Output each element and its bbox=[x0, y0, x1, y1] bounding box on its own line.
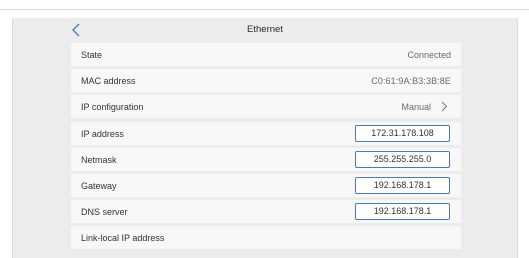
dns-server-field[interactable]: 192.168.178.1 bbox=[355, 203, 450, 221]
gateway-field[interactable]: 192.168.178.1 bbox=[355, 176, 450, 194]
ip-configuration-label: IP configuration bbox=[81, 102, 144, 113]
page-title: Ethernet bbox=[247, 24, 283, 35]
ethernet-settings-panel: Ethernet State Connected MAC address C0:… bbox=[12, 18, 518, 258]
ip-configuration-value: Manual bbox=[401, 102, 431, 113]
row-dns-server: DNS server 192.168.178.1 bbox=[71, 200, 461, 224]
row-ip-configuration[interactable]: IP configuration Manual bbox=[71, 95, 461, 119]
netmask-field[interactable]: 255.255.255.0 bbox=[355, 150, 450, 168]
row-state: State Connected bbox=[71, 43, 461, 66]
gateway-label: Gateway bbox=[81, 180, 117, 191]
state-label: State bbox=[81, 50, 103, 60]
link-local-ip-address-label: Link-local IP address bbox=[81, 233, 165, 244]
mac-address-value: C0:61:9A:B3:3B:8E bbox=[371, 76, 451, 87]
ip-address-label: IP address bbox=[81, 128, 124, 139]
header-bar: Ethernet bbox=[13, 18, 517, 42]
dns-server-label: DNS server bbox=[81, 207, 128, 218]
row-gateway: Gateway 192.168.178.1 bbox=[71, 173, 461, 197]
state-value: Connected bbox=[407, 50, 451, 60]
row-link-local-ip-address: Link-local IP address bbox=[71, 226, 461, 250]
row-mac-address: MAC address C0:61:9A:B3:3B:8E bbox=[71, 69, 461, 93]
settings-list: State Connected MAC address C0:61:9A:B3:… bbox=[71, 43, 461, 253]
mac-address-label: MAC address bbox=[81, 76, 136, 87]
chevron-right-icon bbox=[441, 102, 448, 112]
row-netmask: Netmask 255.255.255.0 bbox=[71, 147, 461, 171]
netmask-label: Netmask bbox=[81, 154, 117, 165]
ip-address-field[interactable]: 172.31.178.108 bbox=[355, 124, 450, 142]
top-divider bbox=[0, 9, 529, 10]
row-ip-address: IP address 172.31.178.108 bbox=[71, 121, 461, 145]
